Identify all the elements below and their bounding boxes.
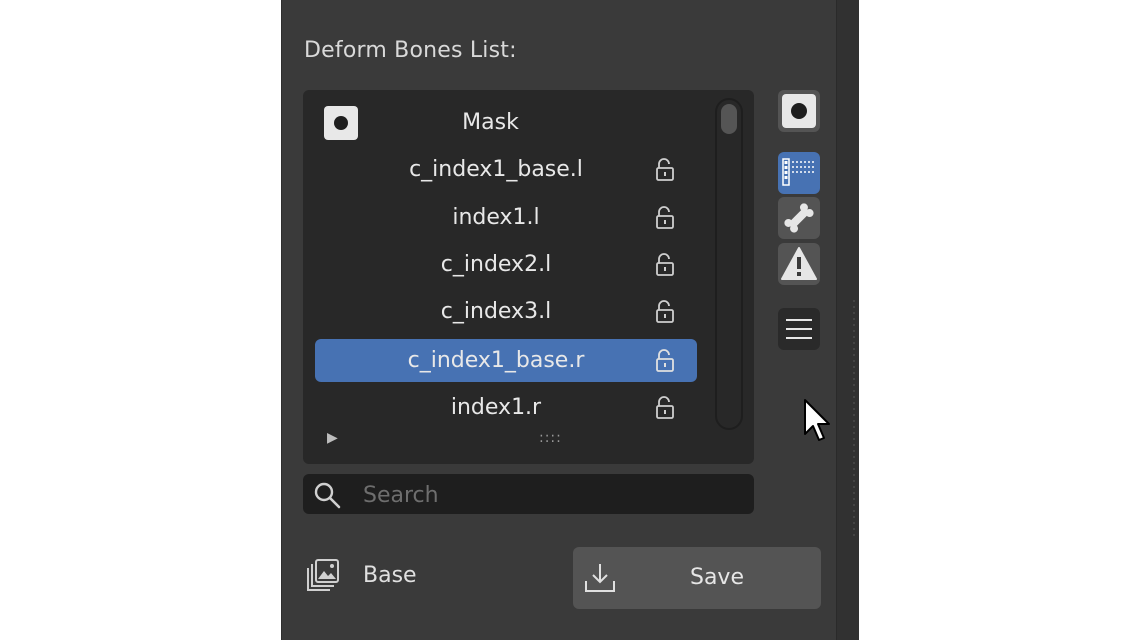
warning-icon xyxy=(781,247,817,280)
panel-title: Deform Bones List: xyxy=(304,38,517,63)
panel-edge xyxy=(836,0,859,640)
lock-open-icon[interactable] xyxy=(652,205,678,231)
list-item-label: index1.r xyxy=(450,395,542,420)
list-item-label: c_index3.l xyxy=(440,299,552,324)
search-icon xyxy=(314,482,341,509)
mask-label: Mask xyxy=(462,110,519,135)
save-button[interactable]: Save xyxy=(573,547,821,609)
list-item[interactable]: c_index2.l xyxy=(315,243,697,286)
lock-open-icon[interactable] xyxy=(652,299,678,325)
list-item-selected[interactable]: c_index1_base.r xyxy=(315,339,697,382)
list-item-label: c_index1_base.l xyxy=(409,157,583,182)
save-label: Save xyxy=(689,565,744,590)
mask-toggle-button[interactable] xyxy=(778,90,820,132)
list-view-button[interactable] xyxy=(778,152,820,194)
list-item-label: c_index1_base.r xyxy=(407,348,585,373)
list-item[interactable]: index1.l xyxy=(315,196,697,239)
warning-button[interactable] xyxy=(778,243,820,285)
images-icon xyxy=(307,559,339,591)
lock-open-icon[interactable] xyxy=(652,157,678,183)
bone-button[interactable] xyxy=(778,197,820,239)
search-field[interactable] xyxy=(303,474,754,514)
triangle-right-icon[interactable]: ▶ xyxy=(327,430,338,446)
list-item[interactable]: c_index1_base.l xyxy=(315,148,697,191)
bones-list[interactable]: Mask c_index1_base.l index1.l c_index2.l… xyxy=(303,90,754,464)
resize-grip[interactable]: :::: xyxy=(539,430,562,446)
mouse-cursor-icon xyxy=(804,399,830,441)
lock-open-icon[interactable] xyxy=(652,348,678,374)
list-item-label: c_index2.l xyxy=(440,252,552,277)
lock-open-icon[interactable] xyxy=(652,252,678,278)
list-scrollbar[interactable] xyxy=(715,98,743,430)
menu-button[interactable] xyxy=(778,308,820,350)
list-item[interactable]: c_index3.l xyxy=(315,290,697,333)
scroll-thumb[interactable] xyxy=(721,104,737,134)
mask-toggle-icon xyxy=(782,94,816,128)
search-input[interactable] xyxy=(361,478,745,512)
lock-open-icon[interactable] xyxy=(652,395,678,421)
list-item-label: index1.l xyxy=(452,205,540,230)
list-icon xyxy=(782,158,816,186)
base-label: Base xyxy=(363,563,417,588)
menu-icon xyxy=(786,319,812,339)
bone-icon xyxy=(784,203,814,233)
list-item[interactable]: index1.r xyxy=(315,386,697,429)
